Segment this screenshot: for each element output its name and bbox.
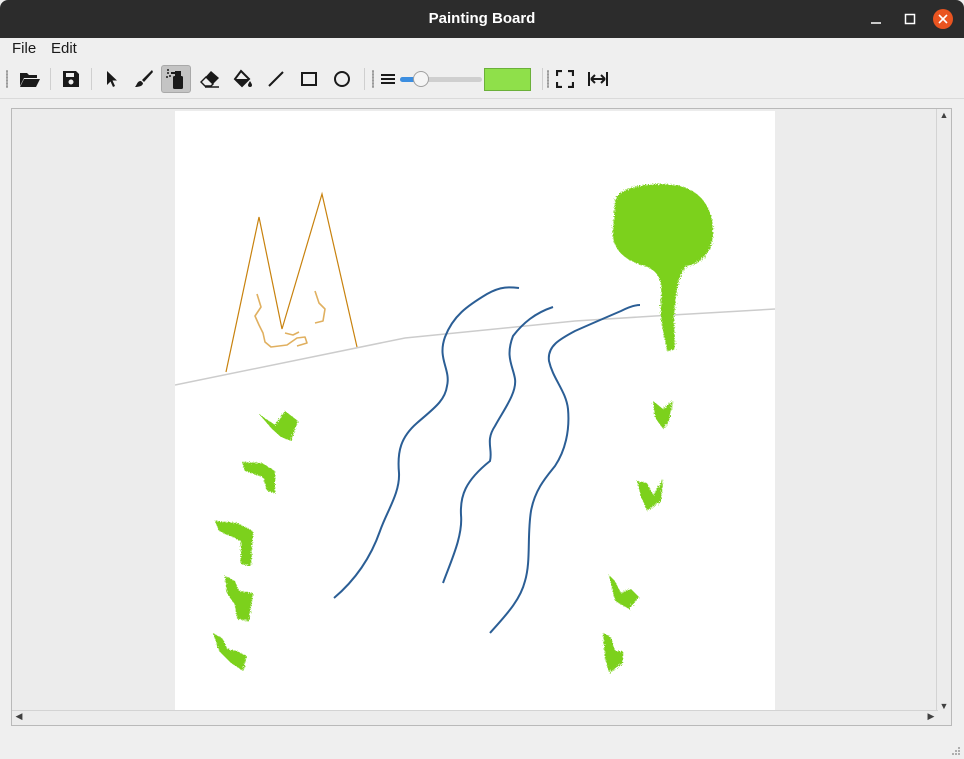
maximize-icon [904, 13, 916, 25]
pen-width-label [375, 65, 401, 93]
close-button[interactable] [933, 9, 953, 29]
window-title: Painting Board [428, 10, 536, 27]
fill-tool-button[interactable] [228, 65, 258, 93]
fullscreen-icon [556, 70, 574, 88]
brush-icon [135, 70, 153, 87]
ellipse-icon [334, 71, 350, 87]
fill-bucket-icon [233, 69, 252, 88]
pointer-icon [107, 71, 117, 87]
line-icon [268, 71, 284, 87]
drawing-canvas[interactable] [174, 111, 776, 711]
pen-width-icon [381, 74, 395, 84]
sprayed-bushes [213, 401, 673, 673]
horizon-line [174, 308, 776, 386]
mountain-outline [225, 191, 358, 373]
toolbar-separator [542, 68, 543, 90]
eraser-tool-button[interactable] [195, 65, 225, 93]
scroll-up-arrow[interactable]: ▲ [937, 110, 951, 120]
river-stream [333, 286, 520, 599]
menu-edit[interactable]: Edit [51, 40, 77, 57]
close-icon [938, 14, 948, 24]
brush-tool-button[interactable] [129, 65, 159, 93]
sprayed-tree [612, 183, 713, 351]
canvas-viewport: ▲ ▼ ◀ ▶ [11, 108, 952, 726]
open-button[interactable] [15, 65, 45, 93]
fullscreen-button[interactable] [550, 65, 580, 93]
fit-width-icon [588, 72, 608, 86]
minimize-icon [871, 22, 881, 24]
select-tool-button[interactable] [97, 65, 127, 93]
maximize-button[interactable] [900, 9, 920, 29]
title-bar: Painting Board [0, 0, 964, 38]
line-tool-button[interactable] [261, 65, 291, 93]
ellipse-tool-button[interactable] [327, 65, 357, 93]
vertical-scrollbar[interactable]: ▲ ▼ [936, 109, 951, 712]
fit-width-button[interactable] [583, 65, 613, 93]
river-stream [489, 304, 641, 634]
eraser-icon [200, 71, 219, 88]
open-folder-icon [20, 73, 40, 87]
menu-file[interactable]: File [12, 40, 36, 57]
save-icon [63, 71, 79, 87]
spray-tool-button[interactable] [161, 65, 191, 93]
resize-grip-icon[interactable] [951, 746, 961, 756]
rectangle-tool-button[interactable] [294, 65, 324, 93]
toolbar-separator [50, 68, 51, 90]
toolbar [0, 60, 964, 99]
toolbar-grip[interactable] [6, 70, 8, 88]
cave-scribble [254, 290, 326, 348]
scroll-down-arrow[interactable]: ▼ [937, 701, 951, 711]
horizontal-scrollbar[interactable]: ◀ ▶ [12, 710, 938, 725]
drawing-artwork [174, 183, 776, 673]
toolbar-separator [364, 68, 365, 90]
menu-bar: File Edit [0, 38, 964, 60]
toolbar-separator [91, 68, 92, 90]
spray-icon [166, 69, 183, 89]
river-stream [442, 306, 554, 584]
color-picker-swatch[interactable] [484, 68, 531, 91]
rectangle-icon [301, 72, 317, 86]
scroll-left-arrow[interactable]: ◀ [12, 711, 26, 722]
status-bar [0, 728, 964, 759]
toolbar-grip[interactable] [547, 70, 549, 88]
minimize-button[interactable] [866, 9, 886, 29]
toolbar-grip[interactable] [372, 70, 374, 88]
save-button[interactable] [56, 65, 86, 93]
scroll-right-arrow[interactable]: ▶ [924, 711, 938, 722]
